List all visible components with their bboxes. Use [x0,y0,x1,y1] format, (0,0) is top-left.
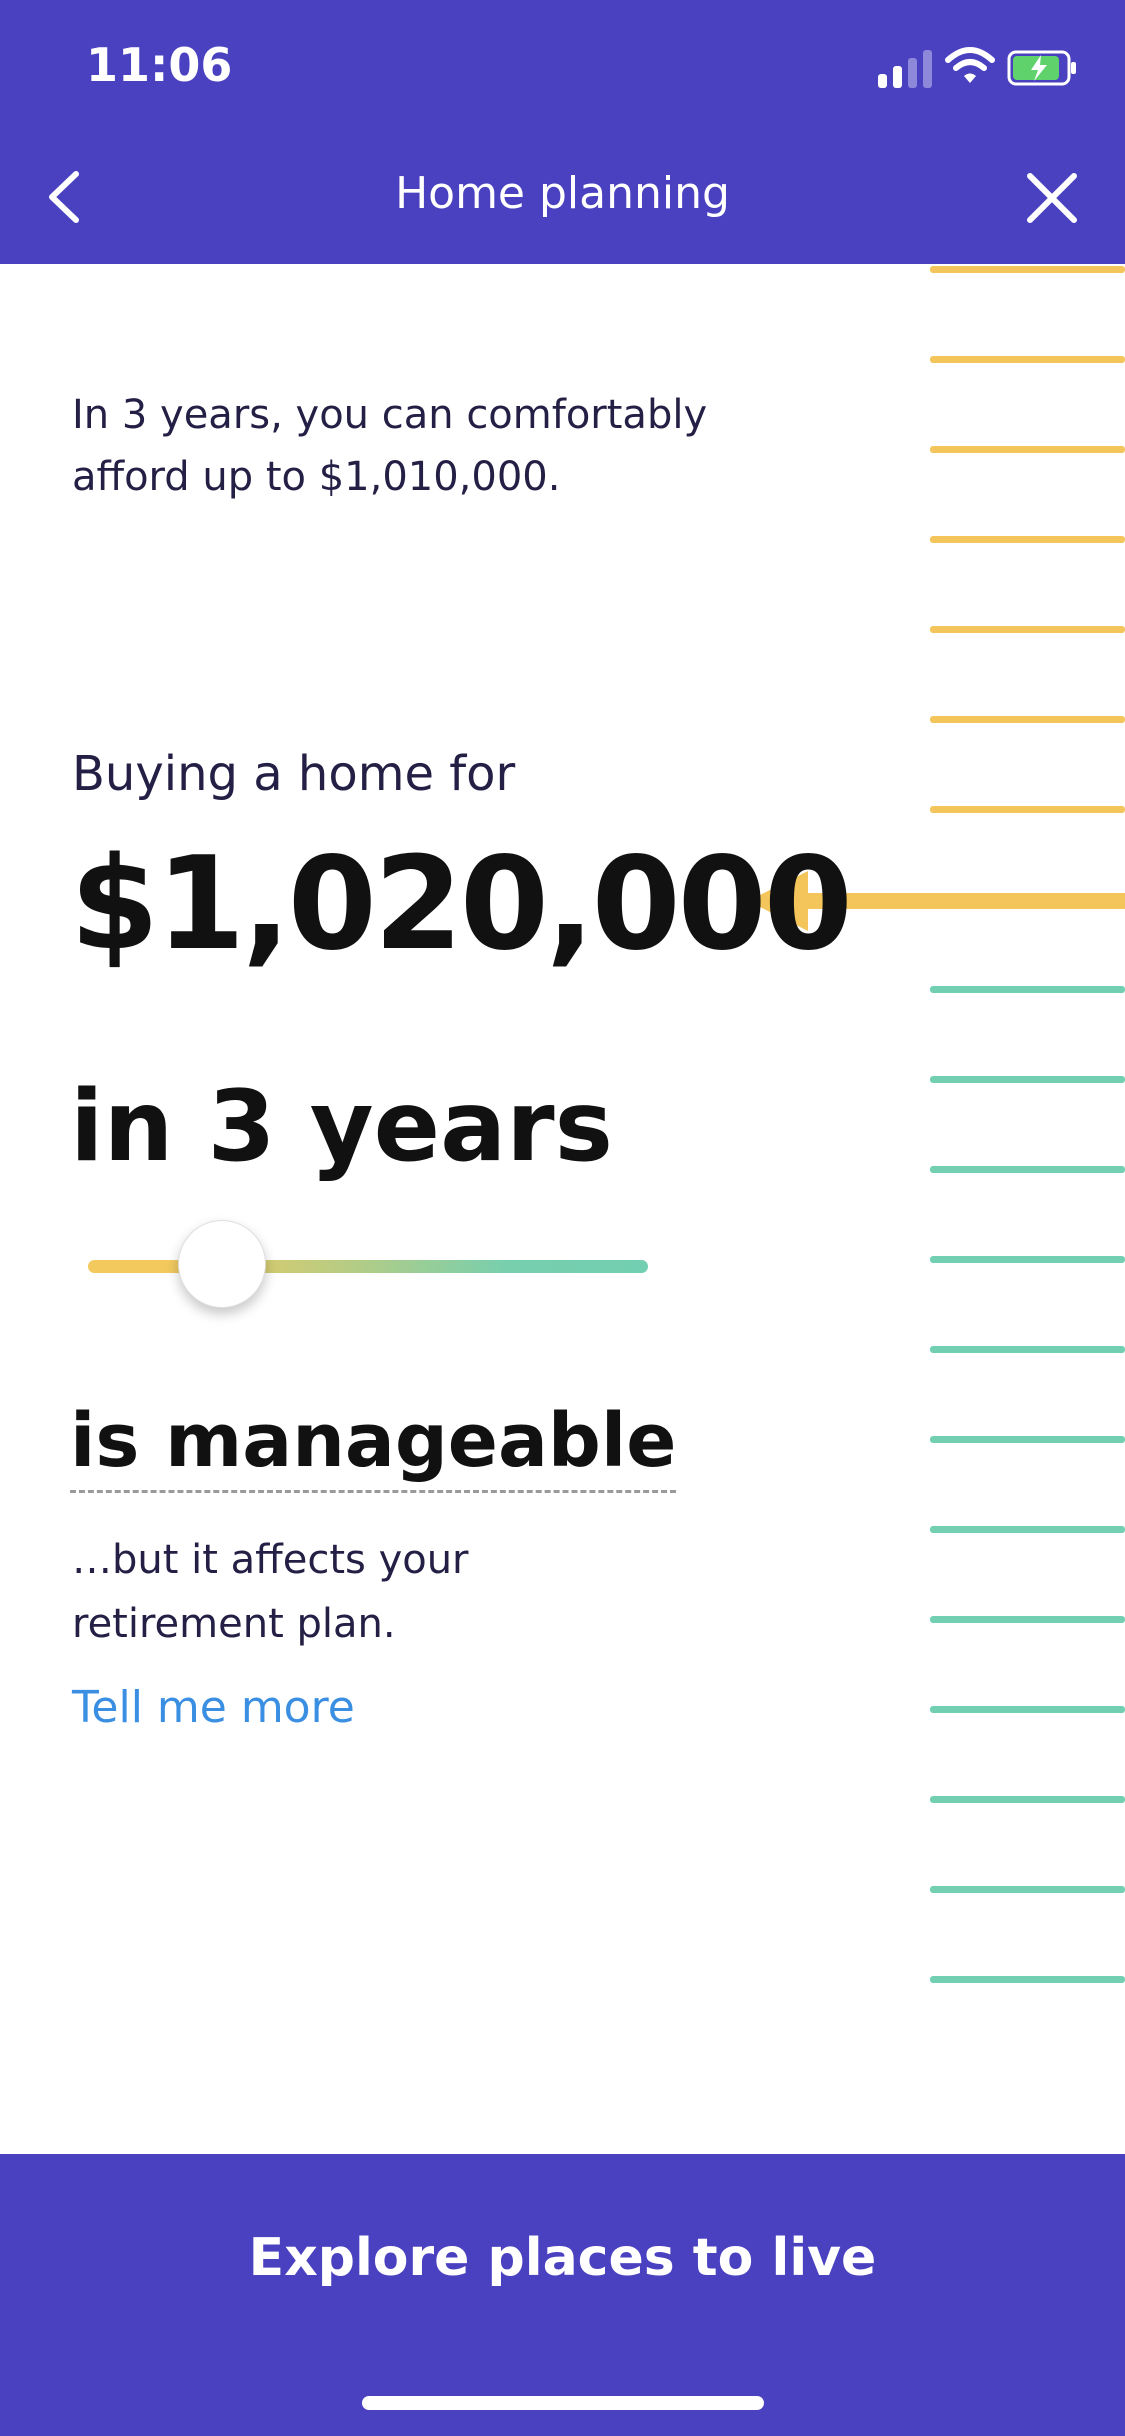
scale-tick-stretch [930,1526,1125,1533]
scale-tick-stretch [930,1886,1125,1893]
wifi-icon [945,47,995,83]
header-bar: 11:06 Home planning [0,0,1125,264]
home-indicator [362,2396,764,2410]
scale-tick-affordable [930,806,1125,813]
price-scale [930,266,1125,1996]
scale-tick-stretch [930,1166,1125,1173]
buying-label: Buying a home for [72,746,516,802]
affordability-summary: In 3 years, you can comfortably afford u… [72,392,708,500]
page-title: Home planning [395,168,730,219]
scale-tick-stretch [930,1796,1125,1803]
scale-tick-affordable [930,266,1125,273]
scale-tick-stretch [930,986,1125,993]
scale-tick-affordable [930,446,1125,453]
battery-charging-icon [1007,50,1076,86]
explore-button-label[interactable]: Explore places to live [0,2228,1125,2288]
timeframe-slider[interactable] [88,1220,648,1310]
status-time: 11:06 [86,38,233,92]
scale-tick-stretch [930,1076,1125,1083]
verdict-subtext: …but it affects your retirement plan. [72,1537,469,1647]
scale-tick-affordable [930,536,1125,543]
cellular-signal-icon [878,48,934,88]
scale-tick-stretch [930,1256,1125,1263]
scale-tick-stretch [930,1976,1125,1983]
scale-tick-stretch [930,1706,1125,1713]
slider-track[interactable] [88,1260,648,1273]
scale-tick-affordable [930,626,1125,633]
tell-me-more-link[interactable]: Tell me more [72,1682,355,1733]
home-price: $1,020,000 [70,830,853,979]
slider-thumb[interactable] [178,1220,266,1308]
verdict-label[interactable]: is manageable [70,1398,677,1493]
timeframe-label: in 3 years [70,1070,613,1184]
scale-tick-stretch [930,1346,1125,1353]
scale-tick-stretch [930,1436,1125,1443]
scale-tick-affordable [930,716,1125,723]
explore-button[interactable] [0,2154,1125,2436]
scale-tick-affordable [930,356,1125,363]
close-icon[interactable] [1024,170,1080,226]
scale-tick-stretch [930,1616,1125,1623]
